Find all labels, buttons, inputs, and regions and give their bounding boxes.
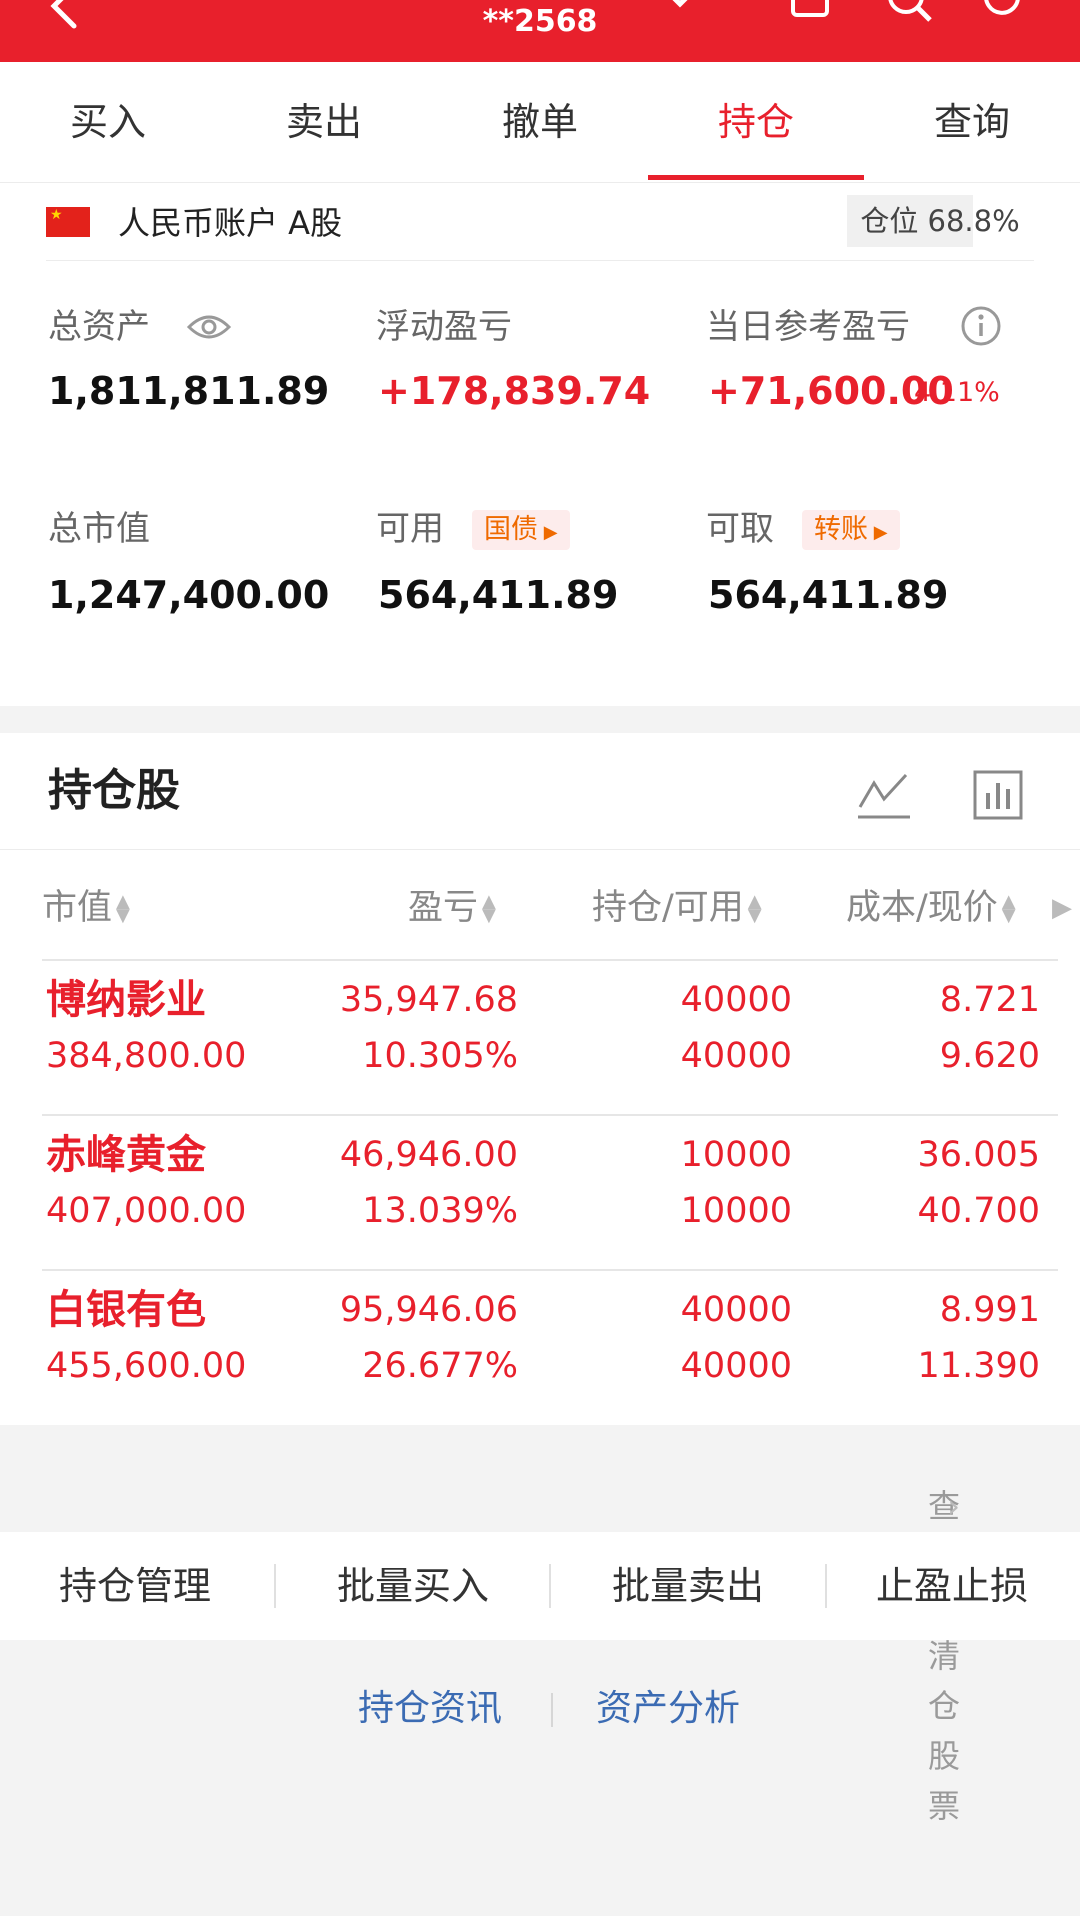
stock-pl-percent: 10.305% (362, 1036, 518, 1076)
stock-market-value: 407,000.00 (46, 1191, 247, 1231)
sort-icon: ▲ ▼ (747, 891, 762, 926)
transfer-tag[interactable]: 转账 ▶ (802, 510, 900, 550)
account-name[interactable]: 人民币账户 A股 (118, 199, 342, 247)
stock-name: 博纳影业 (46, 977, 206, 1023)
tab-buy[interactable]: 买入 (0, 62, 216, 182)
chevron-down-icon[interactable] (660, 0, 700, 12)
divider (274, 1564, 276, 1608)
stock-pl: 95,946.06 (339, 1290, 518, 1330)
divider (42, 1114, 1058, 1116)
stock-price: 11.390 (917, 1346, 1040, 1386)
withdrawable-value: 564,411.89 (708, 573, 949, 617)
stock-cost: 36.005 (917, 1135, 1040, 1175)
position-news-link[interactable]: 持仓资讯 (358, 1681, 502, 1737)
bar-chart-icon[interactable] (972, 769, 1024, 821)
asset-analysis-link[interactable]: 资产分析 (596, 1681, 740, 1737)
sort-icon: ▲ ▼ (116, 891, 130, 926)
chevron-right-icon: › (947, 1487, 960, 1525)
stock-available: 10000 (680, 1191, 792, 1231)
stock-pl: 46,946.00 (339, 1135, 518, 1175)
divider (825, 1564, 827, 1608)
total-assets-value: 1,811,811.89 (48, 369, 330, 413)
tab-cancel-order[interactable]: 撤单 (432, 62, 648, 182)
divider (0, 849, 1080, 850)
divider (549, 1564, 551, 1608)
stock-price: 40.700 (917, 1191, 1040, 1231)
divider (551, 1693, 553, 1727)
column-header-cost-price[interactable]: 成本/现价 ▲ ▼ (846, 883, 1016, 933)
info-icon[interactable] (960, 305, 1002, 347)
stock-available: 40000 (680, 1346, 792, 1386)
total-assets-label: 总资产 (48, 307, 150, 347)
floating-pl-label: 浮动盈亏 (376, 307, 512, 347)
message-icon[interactable] (788, 0, 834, 22)
scroll-right-icon[interactable]: ▶ (1052, 883, 1072, 933)
trade-tabs: 买入 卖出 撤单 持仓 查询 (0, 62, 1080, 183)
account-summary: ★ 人民币账户 A股 仓位 68.8% 总资产 1,811,811.89 浮动盈… (0, 183, 1080, 706)
stock-market-value: 384,800.00 (46, 1036, 247, 1076)
stock-name: 白银有色 (46, 1287, 206, 1333)
stock-price: 9.620 (939, 1036, 1040, 1076)
column-header-pl[interactable]: 盈亏 ▲ ▼ (408, 883, 496, 933)
top-bar: **2568 (0, 0, 1080, 62)
holdings-section: 持仓股 市值 ▲ ▼ 盈亏 ▲ ▼ 持仓/可用 ▲ ▼ 成本/现价 ▲ ▼ ▶ 博纳影业 384… (0, 733, 1080, 1425)
available-label: 可用 (376, 509, 444, 549)
take-profit-stop-loss-button[interactable]: 止盈止损 (829, 1532, 1075, 1640)
treasury-bond-tag[interactable]: 国债 ▶ (472, 510, 570, 550)
tab-positions[interactable]: 持仓 (648, 62, 864, 182)
divider (46, 260, 1034, 261)
stock-pl-percent: 13.039% (362, 1191, 518, 1231)
position-management-button[interactable]: 持仓管理 (0, 1532, 270, 1640)
floating-pl-value: +178,839.74 (378, 369, 651, 413)
stock-pl: 35,947.68 (339, 980, 518, 1020)
stock-pl-percent: 26.677% (362, 1346, 518, 1386)
stock-market-value: 455,600.00 (46, 1346, 247, 1386)
tab-query[interactable]: 查询 (864, 62, 1080, 182)
sort-icon: ▲ ▼ (482, 891, 496, 926)
available-value: 564,411.89 (378, 573, 619, 617)
stock-cost: 8.991 (939, 1290, 1040, 1330)
market-value: 1,247,400.00 (48, 573, 330, 617)
position-ratio-badge: 仓位 68.8% (847, 195, 1033, 247)
stock-name: 赤峰黄金 (46, 1132, 206, 1178)
market-value-label: 总市值 (48, 509, 150, 549)
eye-icon[interactable] (186, 311, 232, 343)
refresh-icon[interactable] (978, 0, 1028, 24)
china-flag-icon: ★ (46, 207, 90, 237)
position-actions: 持仓管理 批量买入 批量卖出 止盈止损 (0, 1532, 1080, 1640)
holdings-title: 持仓股 (48, 765, 180, 816)
cleared-stocks-row: 查看已清仓股票 › (0, 1425, 1080, 1825)
line-chart-icon[interactable] (856, 771, 912, 821)
search-icon[interactable] (884, 0, 934, 24)
bottom-links: 持仓资讯 资产分析 (0, 1641, 1080, 1781)
withdrawable-label: 可取 (706, 509, 774, 549)
stock-position: 40000 (680, 980, 792, 1020)
stock-available: 40000 (680, 1036, 792, 1076)
column-header-market-value[interactable]: 市值 ▲ ▼ (42, 883, 130, 933)
column-header-position[interactable]: 持仓/可用 ▲ ▼ (592, 883, 762, 933)
batch-sell-button[interactable]: 批量卖出 (553, 1532, 823, 1640)
divider (42, 1269, 1058, 1271)
tab-sell[interactable]: 卖出 (216, 62, 432, 182)
sort-icon: ▲ ▼ (1001, 891, 1016, 926)
stock-position: 40000 (680, 1290, 792, 1330)
batch-buy-button[interactable]: 批量买入 (278, 1532, 548, 1640)
daily-pl-label: 当日参考盈亏 (706, 307, 910, 347)
daily-pl-percent: 4.11% (914, 377, 1000, 408)
divider (42, 959, 1058, 961)
stock-position: 10000 (680, 1135, 792, 1175)
stock-cost: 8.721 (939, 980, 1040, 1020)
